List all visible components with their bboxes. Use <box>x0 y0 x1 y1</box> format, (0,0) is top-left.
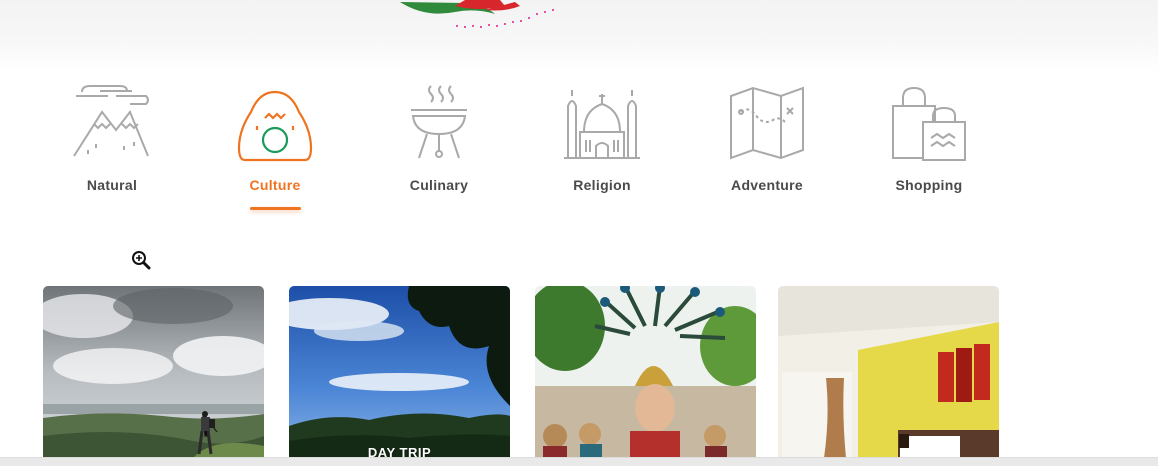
tour-card-shopping[interactable] <box>778 286 999 458</box>
tab-label: Culture <box>249 177 301 193</box>
category-tabs: Natural Culture Culinary Religion Advent… <box>0 82 1158 222</box>
tab-culinary[interactable]: Culinary <box>374 82 504 217</box>
shopping-bags-icon <box>892 86 966 161</box>
mosque-icon <box>564 90 640 159</box>
tour-card-natural[interactable] <box>43 286 264 458</box>
tab-shopping[interactable]: Shopping <box>864 82 994 217</box>
tab-label: Adventure <box>731 177 803 193</box>
header-banner <box>0 0 1158 72</box>
tab-natural[interactable]: Natural <box>47 82 177 217</box>
tab-label: Shopping <box>895 177 963 193</box>
dome-icon <box>237 90 313 162</box>
map-icon <box>730 86 804 160</box>
tab-adventure[interactable]: Adventure <box>702 82 832 217</box>
mountain-icon <box>73 85 149 157</box>
tour-card-day-trip[interactable]: DAY TRIP <box>289 286 510 458</box>
hiker-on-hill-photo <box>43 286 264 458</box>
peacock-dancer-photo <box>535 286 756 458</box>
tour-card-culture[interactable] <box>535 286 756 458</box>
hotel-room-photo <box>778 286 999 458</box>
tab-label: Natural <box>86 177 138 193</box>
brand-logo-fragment <box>400 0 554 28</box>
tab-label: Religion <box>573 177 631 193</box>
active-tab-indicator <box>250 207 301 210</box>
grill-icon <box>411 85 467 159</box>
tab-culture[interactable]: Culture <box>210 82 340 217</box>
tab-religion[interactable]: Religion <box>537 82 667 217</box>
tab-label: Culinary <box>409 177 469 193</box>
forest-under-blue-sky-photo <box>289 286 510 458</box>
zoom-in-cursor-icon <box>132 251 151 270</box>
